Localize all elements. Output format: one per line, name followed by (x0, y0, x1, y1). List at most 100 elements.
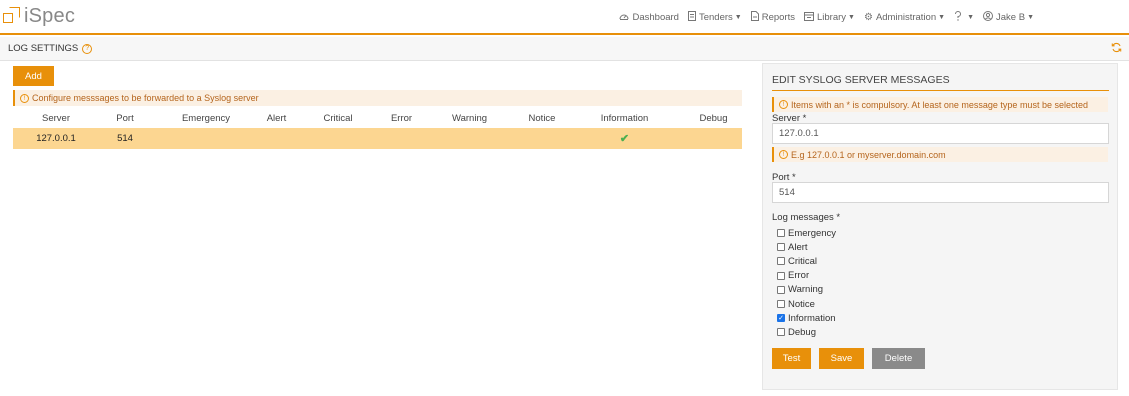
nav-tenders[interactable]: Tenders ▼ (687, 11, 742, 24)
nav-tenders-label: Tenders (698, 12, 733, 23)
info-icon: ! (779, 150, 788, 159)
checkbox-label: Emergency (788, 227, 837, 239)
checkbox-emergency[interactable]: Emergency (777, 226, 836, 240)
cell-debug (685, 128, 742, 149)
nav-user-label: Jake B (996, 12, 1026, 23)
cell-port: 514 (99, 128, 151, 149)
checkbox-icon[interactable] (777, 328, 785, 337)
nav-library-label: Library (816, 12, 847, 23)
col-notice[interactable]: Notice (520, 108, 564, 128)
checkbox-icon[interactable] (777, 300, 785, 309)
checkbox-debug[interactable]: Debug (777, 325, 836, 339)
cell-server: 127.0.0.1 (13, 128, 99, 149)
col-error[interactable]: Error (384, 108, 419, 128)
checkbox-icon[interactable] (777, 257, 785, 266)
help-circle-icon[interactable]: ? (82, 43, 93, 54)
col-information[interactable]: Information (564, 108, 685, 128)
chevron-down-icon: ▼ (967, 14, 975, 21)
checkbox-error[interactable]: Error (777, 269, 836, 283)
table-row[interactable]: 127.0.0.1 514 ✔ (13, 128, 742, 149)
logo-mark-icon (3, 7, 21, 25)
cell-notice (520, 128, 564, 149)
cell-warning (419, 128, 520, 149)
checkbox-icon[interactable] (777, 271, 785, 280)
checkbox-label: Debug (788, 326, 816, 338)
checkbox-checked-icon[interactable]: ✓ (777, 314, 785, 323)
col-critical[interactable]: Critical (292, 108, 384, 128)
gauge-icon (619, 12, 629, 24)
chevron-down-icon: ▼ (848, 14, 855, 21)
server-hint-message: ! E.g 127.0.0.1 or myserver.domain.com (772, 147, 1108, 162)
cell-emergency (151, 128, 261, 149)
checkbox-label: Alert (788, 241, 808, 253)
info-icon: ! (779, 100, 788, 109)
server-hint-text: E.g 127.0.0.1 or myserver.domain.com (791, 149, 946, 160)
user-icon (983, 11, 994, 24)
checkbox-label: Error (788, 270, 810, 282)
checkbox-critical[interactable]: Critical (777, 254, 836, 268)
main-nav: Dashboard Tenders ▼ Reports Library ▼ ⚙ … (610, 11, 1034, 24)
save-button[interactable]: Save (819, 348, 864, 369)
checkbox-icon[interactable] (777, 285, 785, 294)
checkbox-warning[interactable]: Warning (777, 283, 836, 297)
syslog-server-table: Server Port Emergency Alert Critical Err… (13, 108, 742, 149)
cell-information: ✔ (564, 128, 685, 149)
compulsory-info-text: Items with an * is compulsory. At least … (791, 99, 1088, 110)
server-input-value: 127.0.0.1 (779, 128, 819, 139)
help-icon (954, 11, 962, 24)
cell-error (384, 128, 419, 149)
chevron-down-icon: ▼ (734, 14, 742, 21)
top-navbar: iSpec Dashboard Tenders ▼ Reports Librar… (0, 0, 1129, 35)
test-button[interactable]: Test (772, 348, 811, 369)
col-debug[interactable]: Debug (685, 108, 742, 128)
nav-dashboard-label: Dashboard (632, 12, 679, 23)
nav-reports-label: Reports (761, 12, 795, 23)
port-input[interactable]: 514 (772, 182, 1109, 203)
checkbox-label: Information (788, 312, 836, 324)
checkbox-information[interactable]: ✓ Information (777, 311, 836, 325)
server-input[interactable]: 127.0.0.1 (772, 123, 1109, 144)
logo[interactable]: iSpec (3, 4, 75, 28)
checkbox-alert[interactable]: Alert (777, 240, 836, 254)
page-title-wrap: LOG SETTINGS ? (8, 43, 93, 54)
col-warning[interactable]: Warning (419, 108, 520, 128)
list-info-message: ! Configure messsages to be forwarded to… (13, 90, 742, 106)
edit-syslog-panel: EDIT SYSLOG SERVER MESSAGES ! Items with… (762, 63, 1118, 390)
col-server[interactable]: Server (13, 108, 99, 128)
port-input-value: 514 (779, 187, 795, 198)
col-emergency[interactable]: Emergency (151, 108, 261, 128)
delete-button[interactable]: Delete (872, 348, 925, 369)
logo-text: iSpec (24, 4, 76, 27)
edit-panel-title: EDIT SYSLOG SERVER MESSAGES (772, 74, 1109, 91)
checkmark-icon: ✔ (619, 133, 630, 145)
page-header: LOG SETTINGS ? (0, 37, 1129, 61)
report-icon (750, 11, 759, 24)
nav-user-menu[interactable]: Jake B ▼ (983, 11, 1034, 24)
info-icon: ! (20, 93, 29, 103)
checkbox-label: Critical (788, 255, 818, 267)
col-port[interactable]: Port (99, 108, 151, 128)
checkbox-icon[interactable] (777, 243, 785, 252)
list-info-text: Configure messsages to be forwarded to a… (32, 93, 259, 103)
document-icon (687, 11, 696, 24)
refresh-icon[interactable] (1111, 42, 1122, 56)
checkbox-label: Warning (788, 284, 824, 296)
nav-administration[interactable]: ⚙ Administration ▼ (864, 12, 945, 23)
nav-reports[interactable]: Reports (750, 11, 795, 24)
checkbox-icon[interactable] (777, 229, 785, 238)
nav-help[interactable]: ▼ (954, 11, 974, 24)
library-icon (803, 11, 814, 24)
nav-administration-label: Administration (875, 12, 937, 23)
checkbox-label: Notice (788, 298, 815, 310)
log-messages-label: Log messages * (772, 212, 841, 223)
table-header-row: Server Port Emergency Alert Critical Err… (13, 108, 742, 128)
page-title: LOG SETTINGS (8, 43, 79, 54)
gear-icon: ⚙ (863, 12, 873, 23)
nav-dashboard[interactable]: Dashboard (619, 12, 679, 24)
add-button[interactable]: Add (13, 66, 54, 86)
checkbox-notice[interactable]: Notice (777, 297, 836, 311)
col-alert[interactable]: Alert (261, 108, 292, 128)
nav-library[interactable]: Library ▼ (803, 11, 855, 24)
chevron-down-icon: ▼ (1027, 14, 1034, 21)
cell-alert (261, 128, 292, 149)
